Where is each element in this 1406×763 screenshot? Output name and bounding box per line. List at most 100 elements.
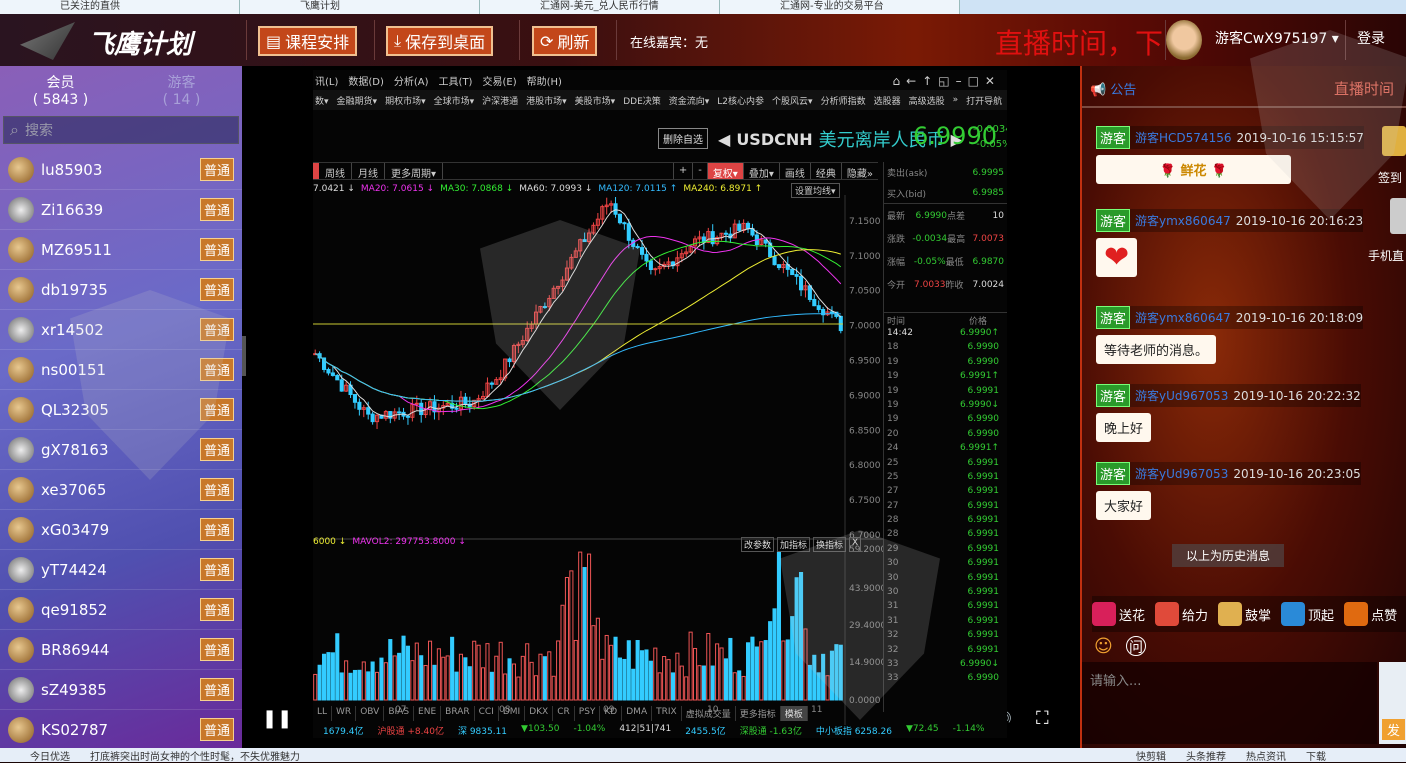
indicator-tab[interactable]: CR [553, 706, 575, 721]
user-row[interactable]: Zi16639 普通 [0, 190, 242, 230]
user-row[interactable]: QL32305 普通 [0, 390, 242, 430]
period-tab[interactable]: 更多周期▾ [385, 163, 444, 180]
indicator-tab[interactable]: BIAS [384, 706, 415, 721]
sign-in-label[interactable]: 签到 [1378, 169, 1402, 186]
schedule-button[interactable]: ▤ 课程安排 [258, 26, 358, 56]
menu-item[interactable]: 讯(L) [315, 73, 338, 88]
nav-item[interactable]: 全球市场▾ [434, 94, 475, 107]
prev-symbol-icon[interactable]: ◀ [718, 130, 730, 149]
status-item[interactable]: 头条推荐 [1186, 748, 1226, 763]
action-2-button[interactable]: 鼓掌 [1218, 602, 1271, 626]
delete-favorite-button[interactable]: 删除自选 [658, 128, 708, 149]
chart-tool-button[interactable]: 经典 [809, 163, 841, 180]
user-row[interactable]: ns00151 普通 [0, 350, 242, 390]
chart-tool-button[interactable]: - [692, 163, 707, 179]
sign-in-icon[interactable] [1382, 126, 1406, 156]
nav-item[interactable]: L2核心内参 [717, 94, 764, 107]
indicator-tab[interactable]: WR [332, 706, 357, 721]
indicator-tab[interactable]: DMI [499, 706, 526, 721]
user-row[interactable]: xr14502 普通 [0, 310, 242, 350]
nav-item[interactable]: 分析师指数 [821, 94, 866, 107]
mobile-live-label[interactable]: 手机直 [1368, 247, 1404, 264]
send-button[interactable]: 发 [1379, 662, 1406, 744]
menu-item[interactable]: 数据(D) [348, 73, 384, 88]
collapse-handle[interactable] [242, 336, 246, 376]
sender-name[interactable]: 游客ymx860647 [1135, 212, 1231, 229]
save-to-desktop-button[interactable]: ⤓ 保存到桌面 [386, 26, 494, 56]
sender-name[interactable]: 游客yUd967053 [1135, 387, 1228, 404]
login-link[interactable]: 登录 [1357, 28, 1385, 48]
status-item[interactable]: 快剪辑 [1136, 748, 1166, 763]
user-row[interactable]: MZ69511 普通 [0, 230, 242, 270]
nav-item[interactable]: 个股风云▾ [772, 94, 813, 107]
indicator-tab[interactable]: 更多指标 [736, 706, 781, 721]
browser-tab[interactable]: 飞鹰计划 [240, 0, 480, 14]
indicator-tab[interactable]: BRAR [441, 706, 475, 721]
user-row[interactable]: KS02787 普通 [0, 710, 242, 748]
user-row[interactable]: BR86944 普通 [0, 630, 242, 670]
indicator-tab[interactable]: LL [313, 706, 333, 721]
action-4-button[interactable]: 点赞 [1344, 602, 1397, 626]
mobile-icon[interactable] [1390, 198, 1406, 234]
status-item[interactable]: 下载 [1306, 748, 1326, 763]
nav-item[interactable]: 选股器 [874, 94, 901, 107]
refresh-button[interactable]: ⟳ 刷新 [532, 26, 598, 56]
status-news[interactable]: 打底裤突出时尚女神的个性时髦，不失优雅魅力 [90, 748, 300, 763]
nav-item[interactable]: 港股市场▾ [526, 94, 567, 107]
user-row[interactable]: sZ49385 普通 [0, 670, 242, 710]
user-row[interactable]: db19735 普通 [0, 270, 242, 310]
volume-tool-button[interactable]: 加指标 [777, 537, 811, 552]
sender-name[interactable]: 游客ymx860647 [1135, 309, 1231, 326]
nav-item[interactable]: 期权市场▾ [385, 94, 426, 107]
indicator-tab[interactable]: OBV [356, 706, 385, 721]
fullscreen-button[interactable]: ⛶ [1036, 708, 1049, 729]
user-avatar[interactable] [1166, 20, 1202, 60]
chart-tool-button[interactable]: + [672, 163, 692, 179]
indicator-tab[interactable]: 虚拟成交量 [682, 706, 736, 721]
tab-members[interactable]: 会员( 5843 ) [0, 66, 121, 116]
chart-tool-button[interactable]: 复权▾ [706, 163, 743, 180]
period-tab[interactable]: 周线 [319, 163, 352, 180]
volume-tool-button[interactable]: X [849, 537, 862, 552]
user-row[interactable]: gX78163 普通 [0, 430, 242, 470]
status-item[interactable]: 热点资讯 [1246, 748, 1286, 763]
action-3-button[interactable]: 顶起 [1281, 602, 1334, 626]
menu-item[interactable]: 帮助(H) [527, 73, 562, 88]
notice-link[interactable]: 📢 公告 [1090, 79, 1136, 98]
period-tab[interactable]: 月线 [352, 163, 385, 180]
indicator-tab[interactable]: KD [600, 706, 623, 721]
nav-item[interactable]: 打开导航 [966, 94, 1002, 107]
user-row[interactable]: yT74424 普通 [0, 550, 242, 590]
sender-name[interactable]: 游客HCD574156 [1135, 129, 1231, 146]
volume-tool-button[interactable]: 换指标 [813, 537, 847, 552]
status-item[interactable]: 今日优选 [30, 748, 70, 763]
chart-tool-button[interactable]: 隐藏» [840, 163, 878, 180]
window-controls[interactable]: ⌂←↑◱–□✕ [893, 74, 1001, 88]
nav-item[interactable]: » [953, 95, 959, 105]
user-menu[interactable]: 游客CwX975197 ▾ [1215, 28, 1339, 48]
action-1-button[interactable]: 给力 [1155, 602, 1208, 626]
chat-input[interactable]: 请输入... [1082, 662, 1377, 744]
nav-item[interactable]: 金融期货▾ [337, 94, 378, 107]
volume-tool-button[interactable]: 改参数 [741, 537, 775, 552]
browser-tab[interactable]: 汇通网-专业的交易平台 [720, 0, 960, 14]
action-0-button[interactable]: 送花 [1092, 602, 1145, 626]
indicator-tab[interactable]: TRIX [652, 706, 682, 721]
emoji-button[interactable]: ☺ [1094, 636, 1113, 657]
user-row[interactable]: lu85903 普通 [0, 150, 242, 190]
pause-button[interactable]: ❚❚ [262, 708, 292, 729]
nav-item[interactable]: 资金流向▾ [669, 94, 710, 107]
browser-tab[interactable]: 汇通网-美元_兑人民币行情 [480, 0, 720, 14]
user-row[interactable]: xG03479 普通 [0, 510, 242, 550]
indicator-tab[interactable]: DMA [622, 706, 653, 721]
nav-item[interactable]: 高级选股 [909, 94, 945, 107]
indicator-tab[interactable]: 模板 [780, 706, 808, 721]
chart-tool-button[interactable]: 画线 [778, 163, 810, 180]
indicator-tab[interactable]: ENE [414, 706, 442, 721]
menu-item[interactable]: 分析(A) [394, 73, 429, 88]
indicator-tab[interactable]: PSY [575, 706, 601, 721]
user-row[interactable]: xe37065 普通 [0, 470, 242, 510]
user-row[interactable]: qe91852 普通 [0, 590, 242, 630]
menu-item[interactable]: 工具(T) [439, 73, 473, 88]
nav-item[interactable]: DDE决策 [623, 94, 661, 107]
